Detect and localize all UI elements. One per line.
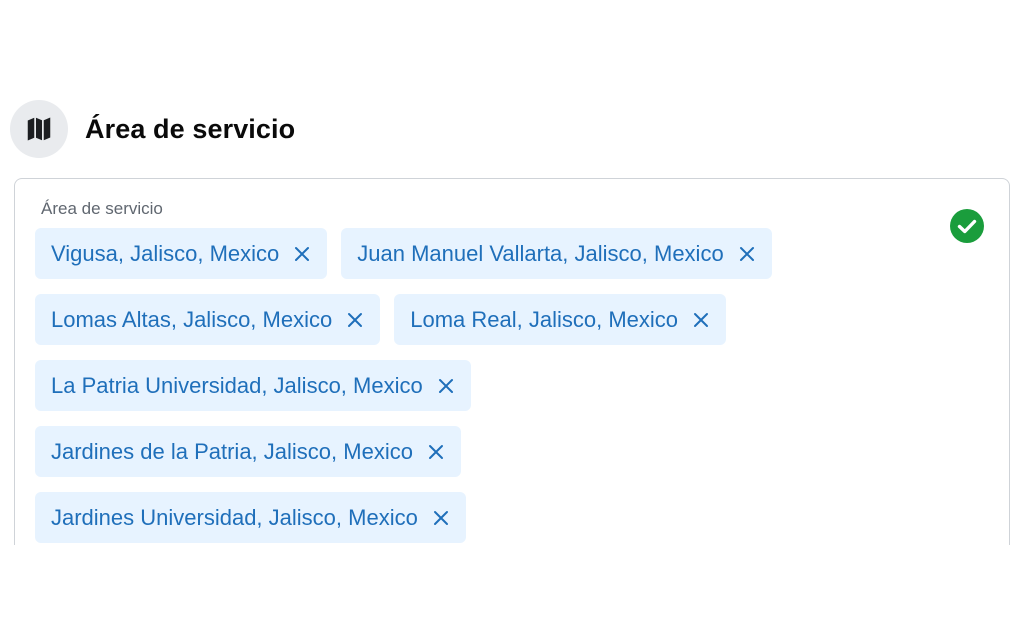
close-icon	[438, 378, 453, 393]
remove-chip-button[interactable]	[738, 245, 756, 263]
location-chip: Juan Manuel Vallarta, Jalisco, Mexico	[341, 228, 772, 279]
chip-row: La Patria Universidad, Jalisco, Mexico	[35, 360, 915, 411]
service-area-field[interactable]: Área de servicio Vigusa, Jalisco, Mexico…	[14, 178, 1010, 578]
remove-chip-button[interactable]	[432, 509, 450, 527]
chip-label: Jardines Universidad, Jalisco, Mexico	[51, 504, 418, 530]
close-icon	[348, 312, 363, 327]
close-icon	[739, 246, 754, 261]
remove-chip-button[interactable]	[346, 311, 364, 329]
chip-label: Lomas Altas, Jalisco, Mexico	[51, 306, 333, 332]
chip-label: Vigusa, Jalisco, Mexico	[51, 240, 280, 266]
remove-chip-button[interactable]	[437, 377, 455, 395]
chip-label: Jardines de la Patria, Jalisco, Mexico	[51, 438, 413, 464]
close-icon	[295, 246, 310, 261]
close-icon	[433, 510, 448, 525]
chip-row: Vigusa, Jalisco, Mexico Juan Manuel Vall…	[35, 228, 915, 279]
section-title: Área de servicio	[85, 113, 296, 144]
field-label: Área de servicio	[41, 199, 163, 218]
map-icon	[27, 117, 51, 141]
chip-label: Juan Manuel Vallarta, Jalisco, Mexico	[357, 240, 724, 266]
check-circle-icon	[950, 209, 984, 243]
chip-row: Jardines de la Patria, Jalisco, Mexico	[35, 426, 915, 477]
chip-row: Lomas Altas, Jalisco, Mexico Loma Real, …	[35, 294, 915, 345]
close-icon	[428, 444, 443, 459]
remove-chip-button[interactable]	[293, 245, 311, 263]
chip-list: Vigusa, Jalisco, Mexico Juan Manuel Vall…	[35, 228, 915, 558]
location-chip: Jardines Universidad, Jalisco, Mexico	[35, 492, 466, 543]
section-header: Área de servicio	[10, 99, 295, 159]
chip-row: Jardines Universidad, Jalisco, Mexico	[35, 492, 915, 543]
chip-label: Loma Real, Jalisco, Mexico	[410, 306, 679, 332]
chip-label: La Patria Universidad, Jalisco, Mexico	[51, 372, 423, 398]
location-chip: Jardines de la Patria, Jalisco, Mexico	[35, 426, 461, 477]
close-icon	[694, 312, 709, 327]
location-chip: La Patria Universidad, Jalisco, Mexico	[35, 360, 471, 411]
page-background	[0, 545, 1024, 618]
remove-chip-button[interactable]	[427, 443, 445, 461]
location-chip: Lomas Altas, Jalisco, Mexico	[35, 294, 381, 345]
location-chip: Loma Real, Jalisco, Mexico	[394, 294, 727, 345]
location-chip: Vigusa, Jalisco, Mexico	[35, 228, 328, 279]
remove-chip-button[interactable]	[692, 311, 710, 329]
map-icon-container	[10, 100, 68, 158]
